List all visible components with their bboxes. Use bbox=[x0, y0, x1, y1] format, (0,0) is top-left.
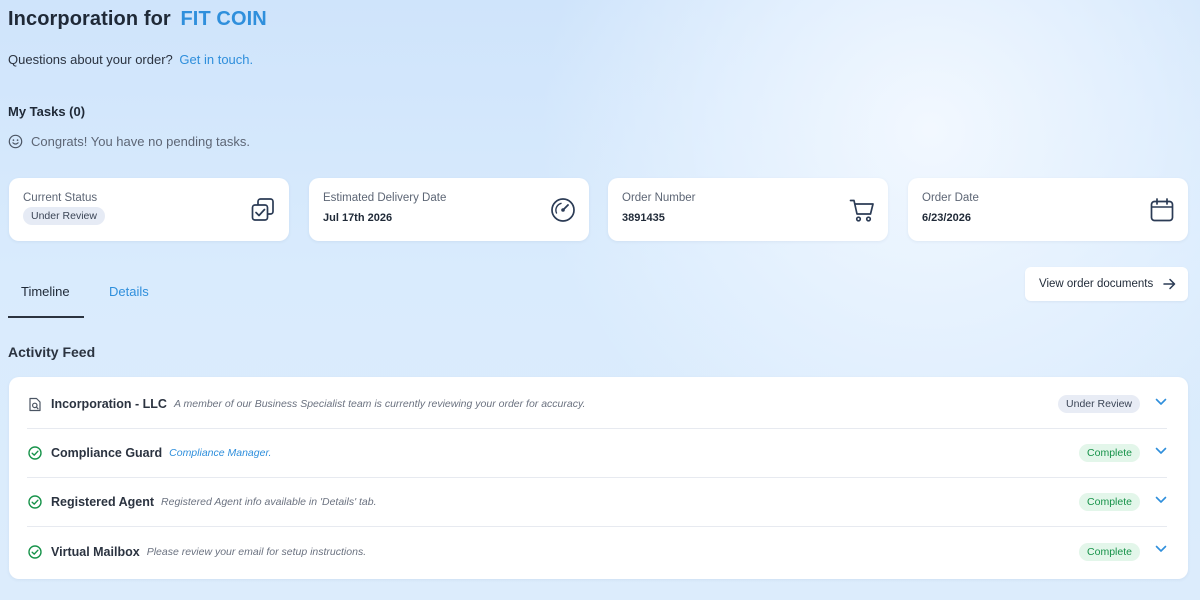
delivery-date-value: Jul 17th 2026 bbox=[323, 212, 393, 224]
activity-item-description: Please review your email for setup instr… bbox=[146, 545, 367, 558]
arrow-right-icon bbox=[1163, 278, 1176, 290]
questions-line: Questions about your order? Get in touch… bbox=[8, 52, 253, 67]
compliance-manager-link[interactable]: Compliance Manager. bbox=[169, 447, 271, 459]
questions-text: Questions about your order? bbox=[8, 52, 173, 67]
activity-item-name: Incorporation - LLC bbox=[51, 397, 167, 411]
card-label: Current Status bbox=[23, 192, 98, 204]
chevron-down-icon[interactable] bbox=[1155, 447, 1167, 455]
check-circle-icon bbox=[27, 494, 43, 510]
my-tasks-heading: My Tasks (0) bbox=[8, 104, 86, 119]
active-tab-indicator bbox=[8, 316, 84, 318]
tab-bar: Timeline Details bbox=[8, 270, 208, 318]
order-number-card: Order Number 3891435 bbox=[608, 178, 888, 241]
activity-item-incorporation[interactable]: Incorporation - LLC A member of our Busi… bbox=[27, 380, 1167, 429]
no-tasks-message: Congrats! You have no pending tasks. bbox=[8, 134, 250, 149]
delivery-date-card: Estimated Delivery Date Jul 17th 2026 bbox=[309, 178, 589, 241]
cart-icon bbox=[849, 199, 874, 222]
tab-details[interactable]: Details bbox=[109, 284, 149, 299]
card-label: Estimated Delivery Date bbox=[323, 192, 447, 204]
activity-item-description: A member of our Business Specialist team… bbox=[173, 398, 586, 410]
copy-check-icon bbox=[251, 198, 274, 221]
smiley-icon bbox=[8, 134, 23, 149]
status-badge: Under Review bbox=[1058, 395, 1140, 413]
activity-feed: Incorporation - LLC A member of our Busi… bbox=[9, 377, 1188, 579]
view-order-documents-button[interactable]: View order documents bbox=[1025, 267, 1188, 301]
calendar-icon bbox=[1150, 198, 1174, 222]
chevron-down-icon[interactable] bbox=[1155, 398, 1167, 406]
current-status-card: Current Status Under Review bbox=[9, 178, 289, 241]
tab-timeline[interactable]: Timeline bbox=[21, 284, 70, 299]
order-date-card: Order Date 6/23/2026 bbox=[908, 178, 1188, 241]
card-label: Order Number bbox=[622, 192, 696, 204]
speedometer-icon bbox=[551, 198, 575, 222]
activity-item-description: Registered Agent info available in 'Deta… bbox=[161, 496, 377, 508]
view-order-documents-label: View order documents bbox=[1039, 278, 1154, 290]
activity-feed-heading: Activity Feed bbox=[8, 344, 96, 360]
status-badge: Complete bbox=[1079, 542, 1140, 561]
order-number-value: 3891435 bbox=[622, 212, 665, 224]
check-circle-icon bbox=[27, 445, 43, 461]
title-prefix: Incorporation for bbox=[8, 8, 171, 30]
activity-item-registered-agent[interactable]: Registered Agent Registered Agent info a… bbox=[27, 478, 1167, 527]
status-badge: Under Review bbox=[23, 207, 105, 225]
activity-item-compliance-guard[interactable]: Compliance Guard Compliance Manager. Com… bbox=[27, 429, 1167, 478]
activity-item-name: Compliance Guard bbox=[51, 446, 163, 460]
check-circle-icon bbox=[27, 544, 43, 560]
page-title: Incorporation for FIT COIN bbox=[8, 8, 267, 31]
activity-item-name: Registered Agent bbox=[51, 495, 155, 509]
order-date-value: 6/23/2026 bbox=[922, 212, 971, 224]
activity-item-name: Virtual Mailbox bbox=[51, 544, 140, 559]
document-search-icon bbox=[27, 396, 43, 412]
status-badge: Complete bbox=[1079, 493, 1140, 511]
status-badge: Complete bbox=[1079, 444, 1140, 462]
activity-item-virtual-mailbox[interactable]: Virtual Mailbox Please review your email… bbox=[27, 527, 1167, 576]
chevron-down-icon[interactable] bbox=[1155, 545, 1167, 553]
card-label: Order Date bbox=[922, 192, 979, 204]
company-name: FIT COIN bbox=[180, 8, 267, 30]
no-tasks-text: Congrats! You have no pending tasks. bbox=[31, 134, 250, 149]
get-in-touch-link[interactable]: Get in touch. bbox=[179, 52, 253, 67]
chevron-down-icon[interactable] bbox=[1155, 496, 1167, 504]
